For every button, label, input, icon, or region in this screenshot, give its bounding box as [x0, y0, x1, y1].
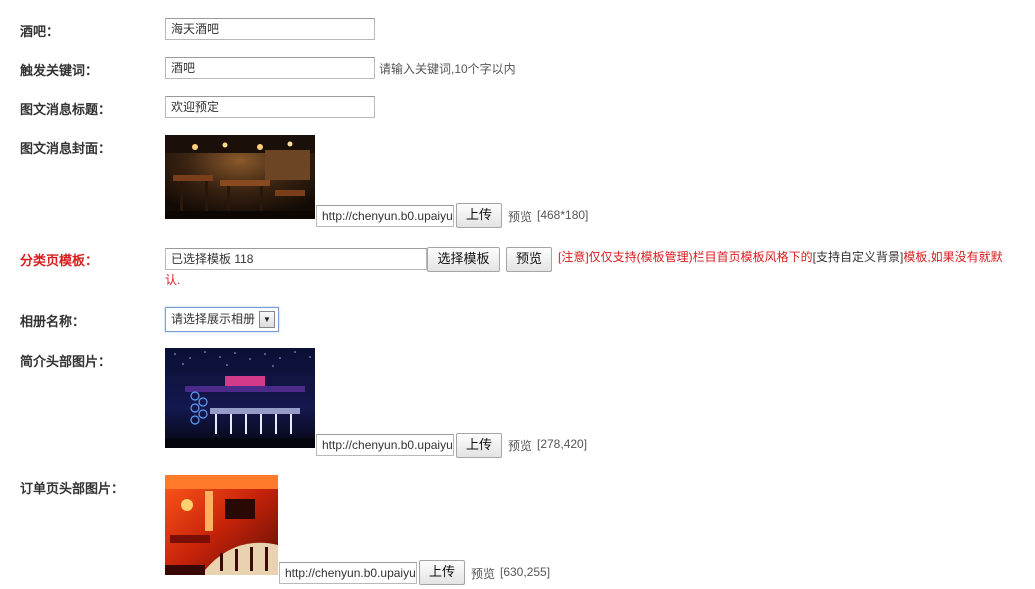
bar-name-input[interactable]: 海天酒吧: [165, 18, 375, 40]
order-header-upload-button[interactable]: 上传: [419, 560, 465, 585]
intro-header-label: 简介头部图片：: [20, 354, 112, 369]
template-notice-wrap: 认.: [165, 273, 181, 287]
intro-header-upload-button[interactable]: 上传: [456, 433, 502, 458]
intro-header-preview-link[interactable]: 预览: [508, 437, 532, 454]
template-notice-suffix-1: 模板,如果没有就默: [903, 250, 1003, 264]
news-title-input[interactable]: 欢迎预定: [165, 96, 375, 118]
order-header-label: 订单页头部图片：: [20, 481, 125, 496]
keyword-label: 触发关键词：: [20, 63, 99, 78]
news-cover-url-input[interactable]: http://chenyun.b0.upaiyun: [316, 205, 454, 227]
order-header-image: [165, 475, 278, 575]
category-template-label: 分类页模板：: [20, 253, 99, 268]
album-select-value: 请选择展示相册: [171, 312, 256, 326]
template-notice: [注意]仅仅支持(模板管理)栏目首页模板风格下的[支持自定义背景]模板,如果没有…: [558, 248, 1033, 267]
template-notice-highlight: [支持自定义背景]: [812, 250, 904, 264]
intro-header-image: [165, 348, 315, 448]
intro-header-url-input[interactable]: http://chenyun.b0.upaiyun: [316, 434, 454, 456]
chevron-down-icon[interactable]: ▼: [259, 311, 275, 328]
order-header-url-input[interactable]: http://chenyun.b0.upaiyun: [279, 562, 417, 584]
keyword-hint: 请输入关键词,10个字以内: [379, 62, 516, 76]
category-template-input[interactable]: 已选择模板 118: [165, 248, 427, 270]
bar-label: 酒吧：: [20, 24, 60, 39]
template-preview-button[interactable]: 预览: [506, 247, 552, 272]
order-header-preview-link[interactable]: 预览: [471, 565, 495, 582]
choose-template-button[interactable]: 选择模板: [427, 247, 500, 272]
intro-header-size: [278,420]: [537, 437, 588, 451]
news-title-label: 图文消息标题：: [20, 102, 112, 117]
news-cover-image: [165, 135, 315, 219]
album-label: 相册名称：: [20, 314, 86, 329]
news-cover-label: 图文消息封面：: [20, 141, 112, 156]
album-select[interactable]: 请选择展示相册 ▼: [165, 307, 279, 332]
order-header-size: [630,255]: [500, 565, 551, 579]
news-cover-size: [468*180]: [537, 208, 589, 222]
keyword-input[interactable]: 酒吧: [165, 57, 375, 79]
news-cover-preview-link[interactable]: 预览: [508, 208, 532, 225]
template-notice-prefix: [注意]仅仅支持(模板管理)栏目首页模板风格下的: [558, 250, 813, 264]
news-cover-upload-button[interactable]: 上传: [456, 203, 502, 228]
